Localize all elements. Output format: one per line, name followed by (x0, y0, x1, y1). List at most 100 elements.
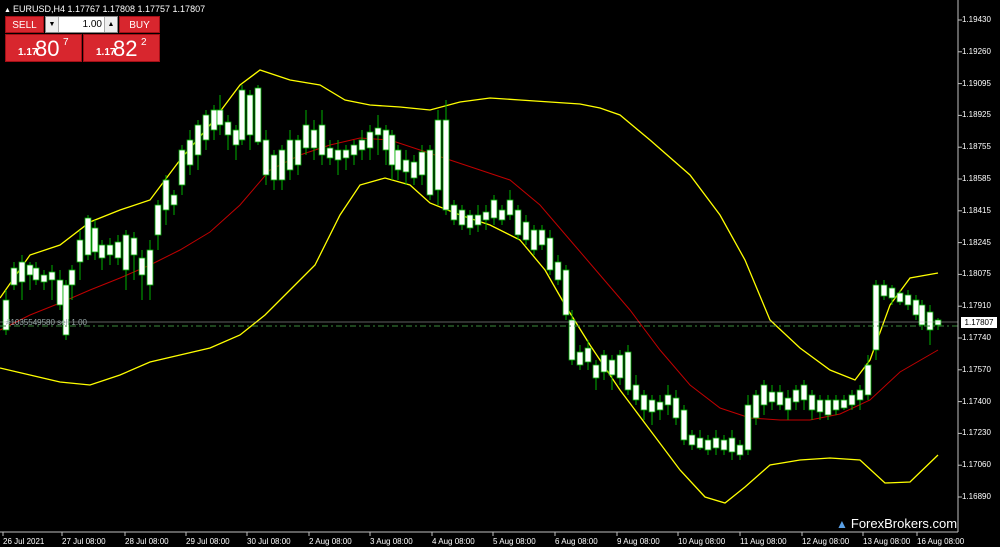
candle-body (32, 267, 40, 281)
candle-body (576, 351, 584, 366)
date-tick-label: 28 Jul 08:00 (125, 537, 169, 546)
candle-body (98, 244, 106, 259)
candle-body (210, 109, 218, 131)
date-tick-label: 2 Aug 08:00 (309, 537, 352, 546)
chart-area[interactable] (0, 0, 1000, 547)
price-tick-label: 1.19260 (962, 46, 991, 56)
candle-body (146, 249, 154, 286)
sell-button[interactable]: SELL (5, 16, 44, 33)
candle-body (426, 149, 434, 196)
candle-body (712, 437, 720, 449)
candle-body (632, 384, 640, 401)
candle-body (40, 274, 48, 283)
candle-body (656, 401, 664, 411)
candle-body (18, 261, 26, 283)
candle-body (760, 384, 768, 406)
candle-body (382, 129, 390, 151)
decrease-lot-icon[interactable]: ▼ (46, 17, 59, 32)
candle-body (162, 179, 170, 211)
date-tick-label: 9 Aug 08:00 (617, 537, 660, 546)
date-tick-label: 27 Jul 08:00 (62, 537, 106, 546)
candle-body (616, 354, 624, 379)
lot-size-input[interactable]: ▼ 1.00 ▲ (45, 16, 118, 33)
candle-body (490, 199, 498, 219)
date-tick-label: 12 Aug 08:00 (802, 537, 850, 546)
date-tick-label: 26 Jul 2021 (3, 537, 45, 546)
candle-body (342, 149, 350, 159)
price-tick-label: 1.17740 (962, 333, 991, 342)
candle-body (562, 269, 570, 316)
candle-body (640, 394, 648, 411)
candle-body (254, 87, 262, 143)
candle-body (326, 147, 334, 159)
candle-body (864, 364, 872, 396)
candle-body (366, 131, 374, 149)
price-tick-label: 1.19095 (962, 78, 991, 88)
candle-body (358, 139, 366, 151)
date-tick-label: 5 Aug 08:00 (493, 537, 536, 546)
buy-price-button[interactable]: 1.17 82 2 (83, 34, 160, 62)
candle-body (608, 359, 616, 376)
candle-body (896, 292, 904, 303)
candle-body (402, 159, 410, 173)
candle-body (106, 244, 114, 256)
candle-body (374, 127, 382, 136)
price-tick-label: 1.19430 (962, 15, 991, 24)
candle-body (318, 124, 326, 156)
date-tick-label: 16 Aug 08:00 (917, 537, 965, 546)
candle-body (62, 284, 70, 336)
candle-body (554, 261, 562, 281)
candle-body (664, 394, 672, 406)
price-tick-label: 1.17910 (962, 301, 991, 311)
candle-body (202, 114, 210, 141)
lot-size-value[interactable]: 1.00 (83, 17, 102, 32)
candle-body (302, 124, 310, 149)
candle-body (410, 161, 418, 179)
candle-body (506, 199, 514, 216)
candle-body (522, 221, 530, 241)
candle-body (114, 241, 122, 259)
candle-body (450, 204, 458, 221)
triangle-icon: ▲ (4, 7, 11, 14)
candle-body (238, 89, 246, 141)
candle-body (592, 364, 600, 379)
candle-body (934, 319, 942, 326)
price-tick-label: 1.17400 (962, 396, 991, 406)
buy-button[interactable]: BUY (119, 16, 160, 33)
current-price-tag: 1.17807 (961, 317, 997, 328)
date-tick-label: 29 Jul 08:00 (186, 537, 230, 546)
price-tick-label: 1.17230 (962, 428, 991, 438)
candle-body (186, 139, 194, 166)
candle-body (926, 311, 934, 331)
logo-icon: ▲ (836, 517, 848, 531)
candle-body (648, 399, 656, 413)
candle-body (530, 229, 538, 251)
candle-body (784, 397, 792, 411)
price-tick-label: 1.17060 (962, 460, 991, 470)
candle-body (584, 347, 592, 363)
candle-body (688, 434, 696, 446)
candle-body (170, 194, 178, 206)
candle-body (736, 444, 744, 456)
candle-body (194, 124, 202, 156)
sell-price-button[interactable]: 1.17 80 7 (5, 34, 82, 62)
candle-body (278, 149, 286, 181)
candle-body (546, 237, 554, 271)
candle-body (624, 351, 632, 391)
candle-body (824, 399, 832, 416)
candle-body (262, 139, 270, 176)
increase-lot-icon[interactable]: ▲ (104, 17, 117, 32)
candle-body (334, 149, 342, 161)
date-tick-label: 4 Aug 08:00 (432, 537, 475, 546)
candle-body (872, 284, 880, 351)
candle-body (294, 139, 302, 166)
candle-body (744, 404, 752, 451)
candle-body (840, 399, 848, 409)
candle-body (680, 409, 688, 441)
candle-body (856, 389, 864, 401)
price-tick-label: 1.18415 (962, 205, 991, 215)
candle-body (600, 354, 608, 373)
candle-body (26, 264, 34, 276)
date-tick-label: 6 Aug 08:00 (555, 537, 598, 546)
date-tick-label: 11 Aug 08:00 (740, 537, 787, 546)
